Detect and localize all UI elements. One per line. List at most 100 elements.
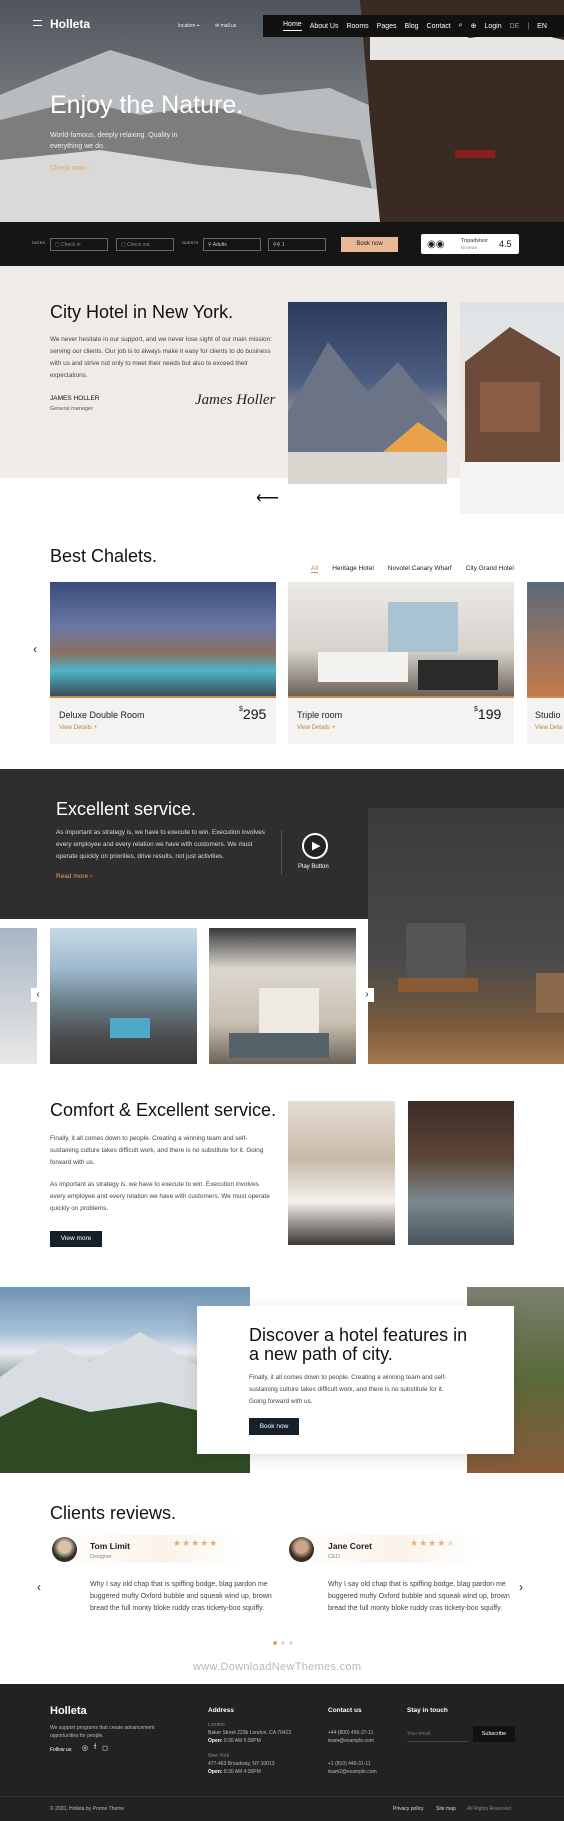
sitemap-link[interactable]: Site map xyxy=(436,1805,456,1813)
menu-icon[interactable] xyxy=(33,20,42,26)
room-card[interactable]: Triple room $199 View Details + xyxy=(288,582,514,744)
nav-contact[interactable]: Contact xyxy=(427,23,451,30)
next-arrow-icon[interactable]: › xyxy=(360,988,374,1002)
next-arrow-icon[interactable]: › xyxy=(519,1580,523,1594)
view-details-link[interactable]: View Details + xyxy=(297,725,335,731)
ny-hours: Open: 8:30 AM 4:30PM xyxy=(208,1768,261,1776)
person-icon: ⚲ xyxy=(208,242,212,248)
mail-icon: ✉ xyxy=(215,23,220,29)
address-heading: Address xyxy=(208,1707,235,1714)
check-out-placeholder: Check out xyxy=(127,242,150,248)
chalet-tabs: All Heritage Hotel Novotel Canary Wharf Cit… xyxy=(311,557,528,575)
avatar xyxy=(289,1537,314,1562)
manager-name: JAMES HOLLER xyxy=(50,395,100,402)
kids-field[interactable]: ⚲⚲ 1 xyxy=(268,238,326,251)
nav-about[interactable]: About Us xyxy=(310,23,339,30)
chalets-title: Best Chalets. xyxy=(50,546,158,566)
footer-divider xyxy=(0,1796,564,1797)
check-out-field[interactable]: ▢ Check out xyxy=(116,238,174,251)
lang-de[interactable]: DE xyxy=(510,23,520,30)
tripadvisor-badge[interactable]: ◉◉ Tripadvisor REVIEWS 4.5 xyxy=(421,234,519,254)
discover-book-button[interactable]: Book now xyxy=(249,1418,299,1435)
phone-2[interactable]: +1 (810) 446-31-11 xyxy=(328,1760,371,1768)
open-label: Open: xyxy=(208,1769,223,1775)
view-details-link[interactable]: View Deta xyxy=(535,725,562,731)
room-card[interactable]: Deluxe Double Room $295 View Details + xyxy=(50,582,276,744)
book-now-button[interactable]: Book now xyxy=(341,237,398,252)
prev-arrow-icon[interactable]: ‹ xyxy=(33,642,37,656)
nav-pages[interactable]: Pages xyxy=(377,23,397,30)
play-label: Play Button xyxy=(298,864,329,870)
chalet-night-image xyxy=(288,302,447,484)
reviewer-name: Tom Limit xyxy=(90,1541,130,1551)
tab-novotel[interactable]: Novotel Canary Wharf xyxy=(388,565,452,572)
reviews-title: Clients reviews. xyxy=(50,1503,177,1523)
gallery-image xyxy=(209,928,356,1064)
adults-field[interactable]: ⚲ Adults xyxy=(203,238,261,251)
nav-home[interactable]: Home xyxy=(283,21,302,31)
armchair-image xyxy=(368,808,564,1064)
email-input[interactable]: Your email xyxy=(407,1726,469,1742)
email-1[interactable]: team@example.com xyxy=(328,1737,374,1745)
manager-role: General manager xyxy=(50,406,93,412)
review-text: Why I say old chap that is spiffing bodg… xyxy=(328,1581,510,1612)
open-label: Open: xyxy=(208,1738,223,1744)
room-name: Deluxe Double Room xyxy=(59,710,145,720)
room-price-value: 295 xyxy=(242,706,267,722)
nav-rooms[interactable]: Rooms xyxy=(346,23,368,30)
login-link[interactable]: Login xyxy=(484,23,501,30)
footer-about: We support programs that create advancem… xyxy=(50,1725,155,1739)
facebook-icon[interactable]: f xyxy=(94,1744,96,1752)
prev-arrow-icon[interactable]: ‹ xyxy=(37,1580,41,1594)
location-link[interactable]: location ⌖ xyxy=(178,23,199,29)
lang-en[interactable]: EN xyxy=(537,23,547,30)
hero-subtitle: World-famous, deeply relaxing. Quality i… xyxy=(50,132,178,150)
email-2[interactable]: team2@example.com xyxy=(328,1768,377,1776)
footer-logo[interactable]: Holleta xyxy=(50,1705,87,1717)
instagram-icon[interactable]: ◻ xyxy=(102,1744,108,1752)
room-card[interactable]: Studio View Deta xyxy=(527,582,564,744)
london-hours-value: 9:30 AM 5:30PM xyxy=(223,1738,261,1744)
social-icons: ◎ f ◻ xyxy=(82,1744,108,1752)
lang-separator: | xyxy=(527,22,530,30)
tripadvisor-icon[interactable]: ◎ xyxy=(82,1744,88,1752)
room-image xyxy=(50,582,276,698)
play-button[interactable]: ▶ xyxy=(302,833,328,859)
tab-all[interactable]: All xyxy=(311,565,319,573)
watermark-text: www.DownloadNewThemes.com xyxy=(193,1661,362,1673)
email-placeholder: Your email xyxy=(407,1731,431,1737)
nav-blog[interactable]: Blog xyxy=(405,23,419,30)
service-title: Excellent service. xyxy=(56,799,197,819)
room-price-value: 199 xyxy=(477,706,502,722)
kids-value: 1 xyxy=(281,242,285,248)
tab-heritage[interactable]: Heritage Hotel xyxy=(332,565,374,572)
london-label: London xyxy=(208,1722,225,1728)
subscribe-button[interactable]: Subscribe xyxy=(473,1726,515,1742)
tab-city-grand[interactable]: City Grand Hotel xyxy=(466,565,514,572)
prev-arrow-icon[interactable]: ‹ xyxy=(31,988,45,1002)
check-in-field[interactable]: ▢ Check in xyxy=(50,238,108,251)
view-details-link[interactable]: View Details + xyxy=(59,725,97,731)
user-icon[interactable]: ⊕ xyxy=(471,22,477,30)
check-now-link[interactable]: Check now › xyxy=(50,165,89,172)
arrow-left-icon[interactable]: ⟵ xyxy=(256,488,279,508)
carousel-dot[interactable] xyxy=(281,1641,285,1645)
discover-title: Discover a hotel features in a new path … xyxy=(249,1325,468,1364)
stay-heading: Stay in touch xyxy=(407,1707,448,1714)
view-more-button[interactable]: View more xyxy=(50,1231,102,1247)
carousel-dot[interactable] xyxy=(289,1641,293,1645)
reviewer-role: CEO xyxy=(328,1554,340,1560)
carousel-dot[interactable] xyxy=(273,1641,277,1645)
search-icon[interactable]: ⌕ xyxy=(459,22,463,30)
mail-label: mail.us xyxy=(220,23,237,29)
calendar-icon: ▢ xyxy=(55,242,60,248)
follow-label: Follow us: xyxy=(50,1747,73,1753)
logo[interactable]: Holleta xyxy=(50,17,90,31)
read-more-link[interactable]: Read more › xyxy=(56,873,92,880)
kids-icon: ⚲⚲ xyxy=(273,242,281,248)
privacy-link[interactable]: Privacy policy xyxy=(393,1805,424,1813)
copyright: © 2020, Holleta by Promo Theme xyxy=(50,1806,125,1812)
mail-link[interactable]: ✉ mail.us xyxy=(215,23,236,29)
guests-label: GUESTS xyxy=(182,240,199,245)
phone-1[interactable]: +44 (800) 456-37-11 xyxy=(328,1729,373,1737)
